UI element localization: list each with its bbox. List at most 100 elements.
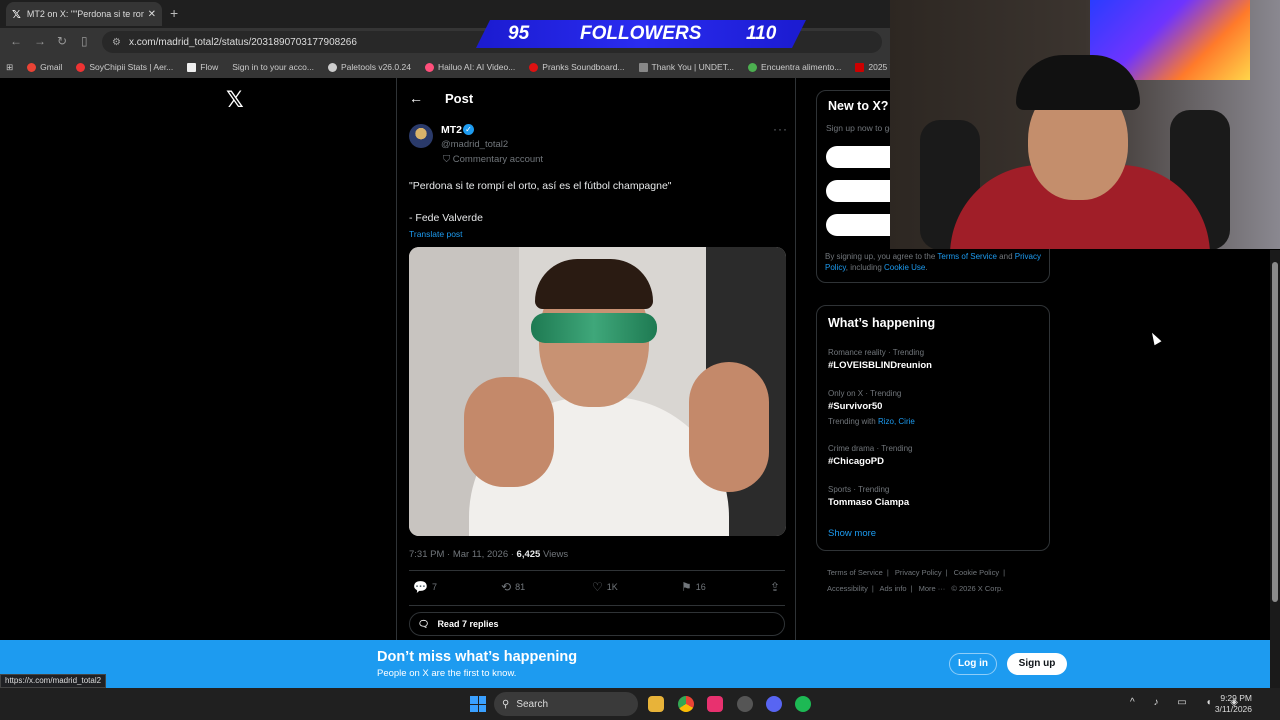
reply-icon: 💬: [413, 580, 428, 594]
taskbar-clock[interactable]: 9:29 PM 3/11/2026: [1208, 693, 1252, 715]
taskbar-search[interactable]: ⚲ Search: [494, 692, 638, 716]
capcut-icon[interactable]: [707, 696, 723, 712]
forward-icon[interactable]: →: [34, 34, 46, 48]
login-button[interactable]: Log in: [949, 653, 997, 675]
signup-banner: Don’t miss what’s happening People on X …: [0, 640, 1270, 688]
trend-item-ciampa[interactable]: Tommaso Ciampa: [828, 497, 909, 508]
tab-title: MT2 on X: ""Perdona si te romp: [26, 9, 144, 19]
footer-links: Terms of Service | Privacy Policy | Cookie…: [827, 568, 1006, 593]
bookmark-button[interactable]: ⚑ 16: [681, 580, 706, 594]
signup-button[interactable]: Sign up: [1007, 653, 1067, 675]
bookmark-encuentra[interactable]: Encuentra alimento...: [748, 62, 841, 72]
bookmark-undetected[interactable]: Thank You | UNDET...: [638, 62, 734, 72]
footer-accessibility[interactable]: Accessibility: [827, 584, 868, 593]
more-options-icon[interactable]: ···: [773, 122, 788, 136]
search-icon: ⚲: [502, 698, 510, 710]
chat-bubble-icon: 🗨: [418, 618, 430, 629]
chrome-icon[interactable]: [678, 696, 694, 712]
share-icon: ⇪: [770, 580, 781, 594]
browser-tab[interactable]: 𝕏 MT2 on X: ""Perdona si te romp ✕: [6, 2, 162, 26]
status-bar-url: https://x.com/madrid_total2: [0, 674, 107, 688]
read-replies-button[interactable]: 🗨 Read 7 replies: [409, 612, 785, 636]
site-info-icon[interactable]: ⚙: [112, 37, 121, 48]
repost-icon: ⟲: [501, 580, 512, 594]
author-name[interactable]: MT2: [441, 124, 462, 136]
split-view-icon[interactable]: ▯: [81, 34, 88, 48]
commentary-label: ⛉ Commentary account: [443, 154, 544, 165]
trend-item-chicagopd[interactable]: #ChicagoPD: [828, 456, 884, 467]
share-button[interactable]: ⇪: [770, 580, 780, 594]
footer-copyright: © 2026 X Corp.: [951, 584, 1004, 593]
post-timestamp: 7:31 PM · Mar 11, 2026 · 6,425 Views: [409, 549, 569, 560]
scrollbar-thumb[interactable]: [1272, 262, 1278, 602]
terms-notice: By signing up, you agree to the Terms of…: [825, 252, 1041, 272]
show-more-link[interactable]: Show more: [828, 528, 876, 539]
translate-post-link[interactable]: Translate post: [409, 229, 463, 239]
windows-taskbar: ⚲ Search ^ ♪ ▭ ◖ ◈ 9:29 PM 3/11/2026: [0, 688, 1280, 720]
trend-related-links[interactable]: Rizo, Cirie: [878, 417, 915, 426]
page-title: Post: [445, 91, 474, 106]
post-column: ← Post MT2 ✓ @madrid_total2 ⛉ Commentary…: [396, 78, 796, 640]
reply-button[interactable]: 💬 7: [413, 580, 437, 594]
bookmark-pranks[interactable]: Pranks Soundboard...: [529, 62, 625, 72]
x-logo-icon[interactable]: 𝕏: [226, 87, 244, 113]
bookmark-hailuo[interactable]: Hailuo AI: AI Video...: [424, 62, 515, 72]
trend-item-survivor50[interactable]: #Survivor50: [828, 401, 882, 412]
bookmark-soychipii[interactable]: SoyChipii Stats | Aer...: [76, 62, 173, 72]
author-handle[interactable]: @madrid_total2: [441, 139, 508, 150]
footer-more[interactable]: More ···: [919, 584, 946, 593]
trend-meta: Crime drama · Trending: [828, 444, 913, 453]
bookmark-paletools[interactable]: Paletools v26.0.24: [327, 62, 411, 72]
file-explorer-icon[interactable]: [648, 696, 664, 712]
post-text: "Perdona si te rompí el orto, así es el …: [409, 180, 672, 192]
verified-badge-icon: ✓: [463, 124, 474, 135]
back-arrow-icon[interactable]: ←: [409, 90, 423, 106]
bookmark-signin[interactable]: Sign in to your acco...: [232, 62, 314, 72]
tab-close-icon[interactable]: ✕: [148, 9, 156, 20]
bookmark-flow[interactable]: Flow: [187, 62, 218, 72]
url-text: x.com/madrid_total2/status/2031890703177…: [128, 36, 357, 48]
post-video[interactable]: [409, 247, 786, 536]
heart-icon: ♡: [592, 580, 603, 594]
trend-meta: Romance reality · Trending: [828, 348, 925, 357]
bookmark-icon: ⚑: [681, 580, 692, 594]
banner-title: Don’t miss what’s happening: [377, 649, 578, 665]
windows-start-icon[interactable]: [470, 696, 486, 712]
footer-cookie[interactable]: Cookie Policy: [954, 568, 999, 577]
like-button[interactable]: ♡ 1K: [592, 580, 618, 594]
banner-subtitle: People on X are the first to know.: [377, 668, 517, 679]
bookmark-yamaha[interactable]: 2025 Yamaha: [855, 62, 890, 72]
apps-icon[interactable]: ⊞: [6, 62, 13, 73]
followers-goal: 110: [746, 23, 777, 44]
spotify-icon[interactable]: [795, 696, 811, 712]
trend-related: Trending with Rizo, Cirie: [828, 417, 915, 426]
bookmark-gmail[interactable]: Gmail: [27, 62, 62, 72]
reload-icon[interactable]: ↻: [57, 34, 67, 48]
avatar[interactable]: [409, 124, 433, 148]
webcam-overlay: [890, 0, 1280, 249]
cookie-link[interactable]: Cookie Use: [884, 263, 925, 272]
trend-meta: Only on X · Trending: [828, 389, 902, 398]
views-count: 6,425: [516, 549, 541, 560]
followers-label: FOLLOWERS: [580, 23, 702, 44]
trend-item-loveisblind[interactable]: #LOVEISBLINDreunion: [828, 360, 932, 371]
obs-icon[interactable]: [737, 696, 753, 712]
divider: [409, 570, 785, 571]
new-to-x-title: New to X?: [828, 99, 889, 113]
footer-privacy[interactable]: Privacy Policy: [895, 568, 942, 577]
x-favicon-icon: 𝕏: [12, 8, 21, 21]
trend-meta: Sports · Trending: [828, 485, 890, 494]
terms-link[interactable]: Terms of Service: [937, 252, 997, 261]
whats-happening-title: What’s happening: [828, 316, 936, 330]
new-tab-button[interactable]: +: [170, 5, 178, 21]
post-signature: - Fede Valverde: [409, 212, 483, 224]
followers-goal-overlay: 95 FOLLOWERS 110: [476, 20, 806, 48]
back-icon[interactable]: ←: [10, 34, 22, 48]
footer-ads[interactable]: Ads info: [879, 584, 906, 593]
repost-button[interactable]: ⟲ 81: [501, 580, 525, 594]
discord-icon[interactable]: [766, 696, 782, 712]
divider: [409, 605, 785, 606]
footer-terms[interactable]: Terms of Service: [827, 568, 883, 577]
followers-current: 95: [508, 23, 530, 44]
whats-happening-card: What’s happening Romance reality · Trend…: [816, 305, 1050, 551]
